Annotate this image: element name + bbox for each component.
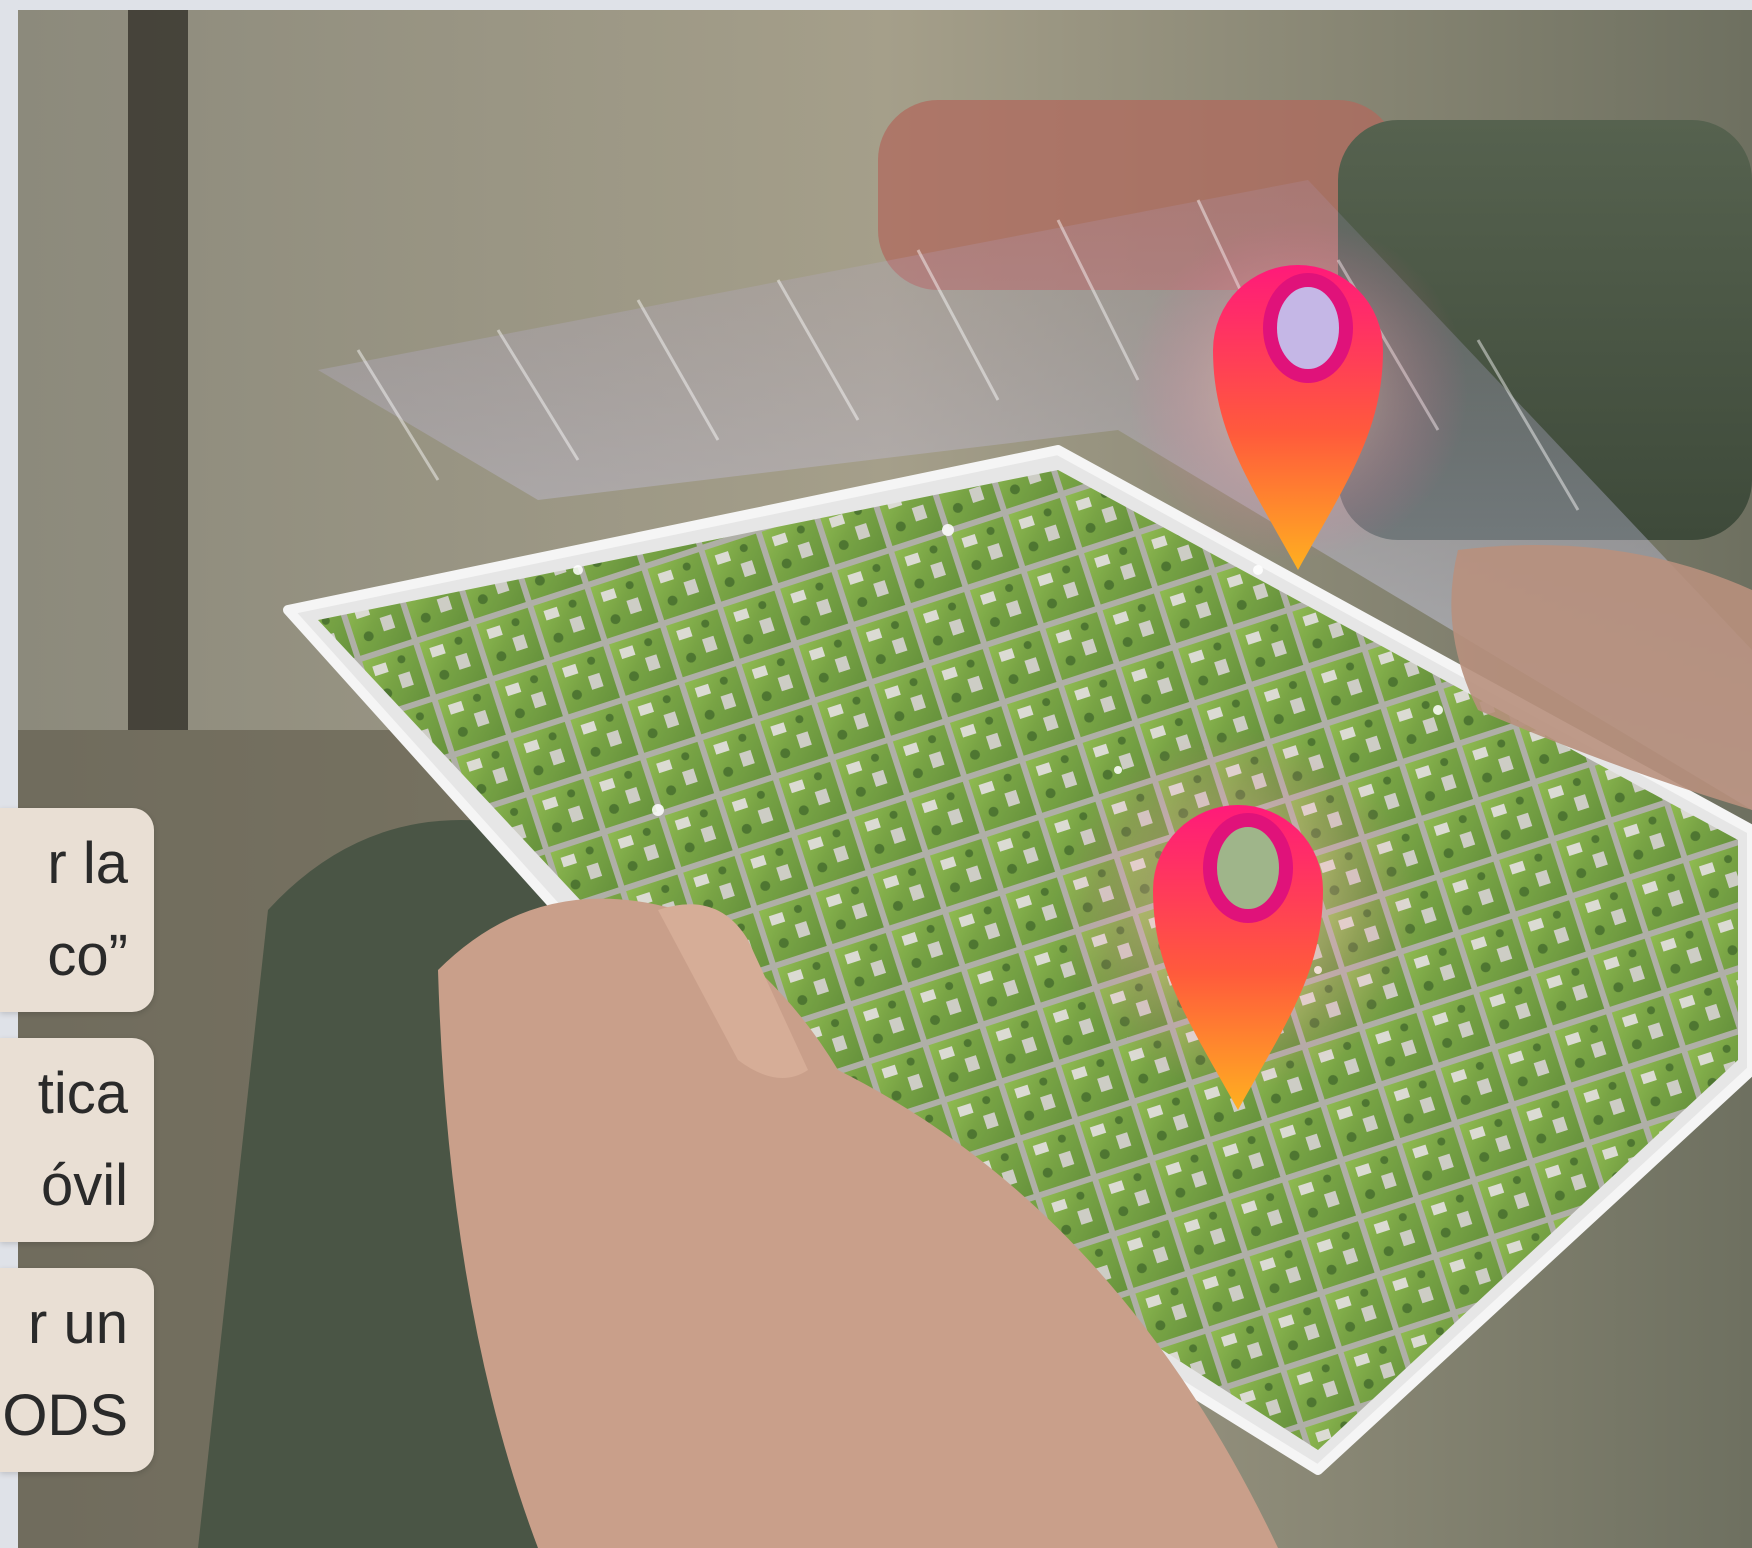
location-pin-icon xyxy=(1058,730,1418,1110)
caption-line: r un xyxy=(28,1291,128,1356)
caption-card: tica óvil xyxy=(0,1038,154,1242)
caption-line: tica xyxy=(37,1061,128,1126)
caption-line: co” xyxy=(47,923,128,988)
caption-card: r la co” xyxy=(0,808,154,1012)
caption-line: óvil xyxy=(40,1153,128,1218)
pins-layer xyxy=(1058,220,1468,1110)
caption-line: r la xyxy=(47,831,128,896)
tablet-map-photo xyxy=(18,10,1752,1548)
caption-card: r un ODS xyxy=(0,1268,154,1472)
page: r la co” tica óvil r un ODS xyxy=(0,0,1752,1548)
location-pin-icon xyxy=(1128,220,1468,570)
caption-line: ODS xyxy=(2,1383,128,1448)
